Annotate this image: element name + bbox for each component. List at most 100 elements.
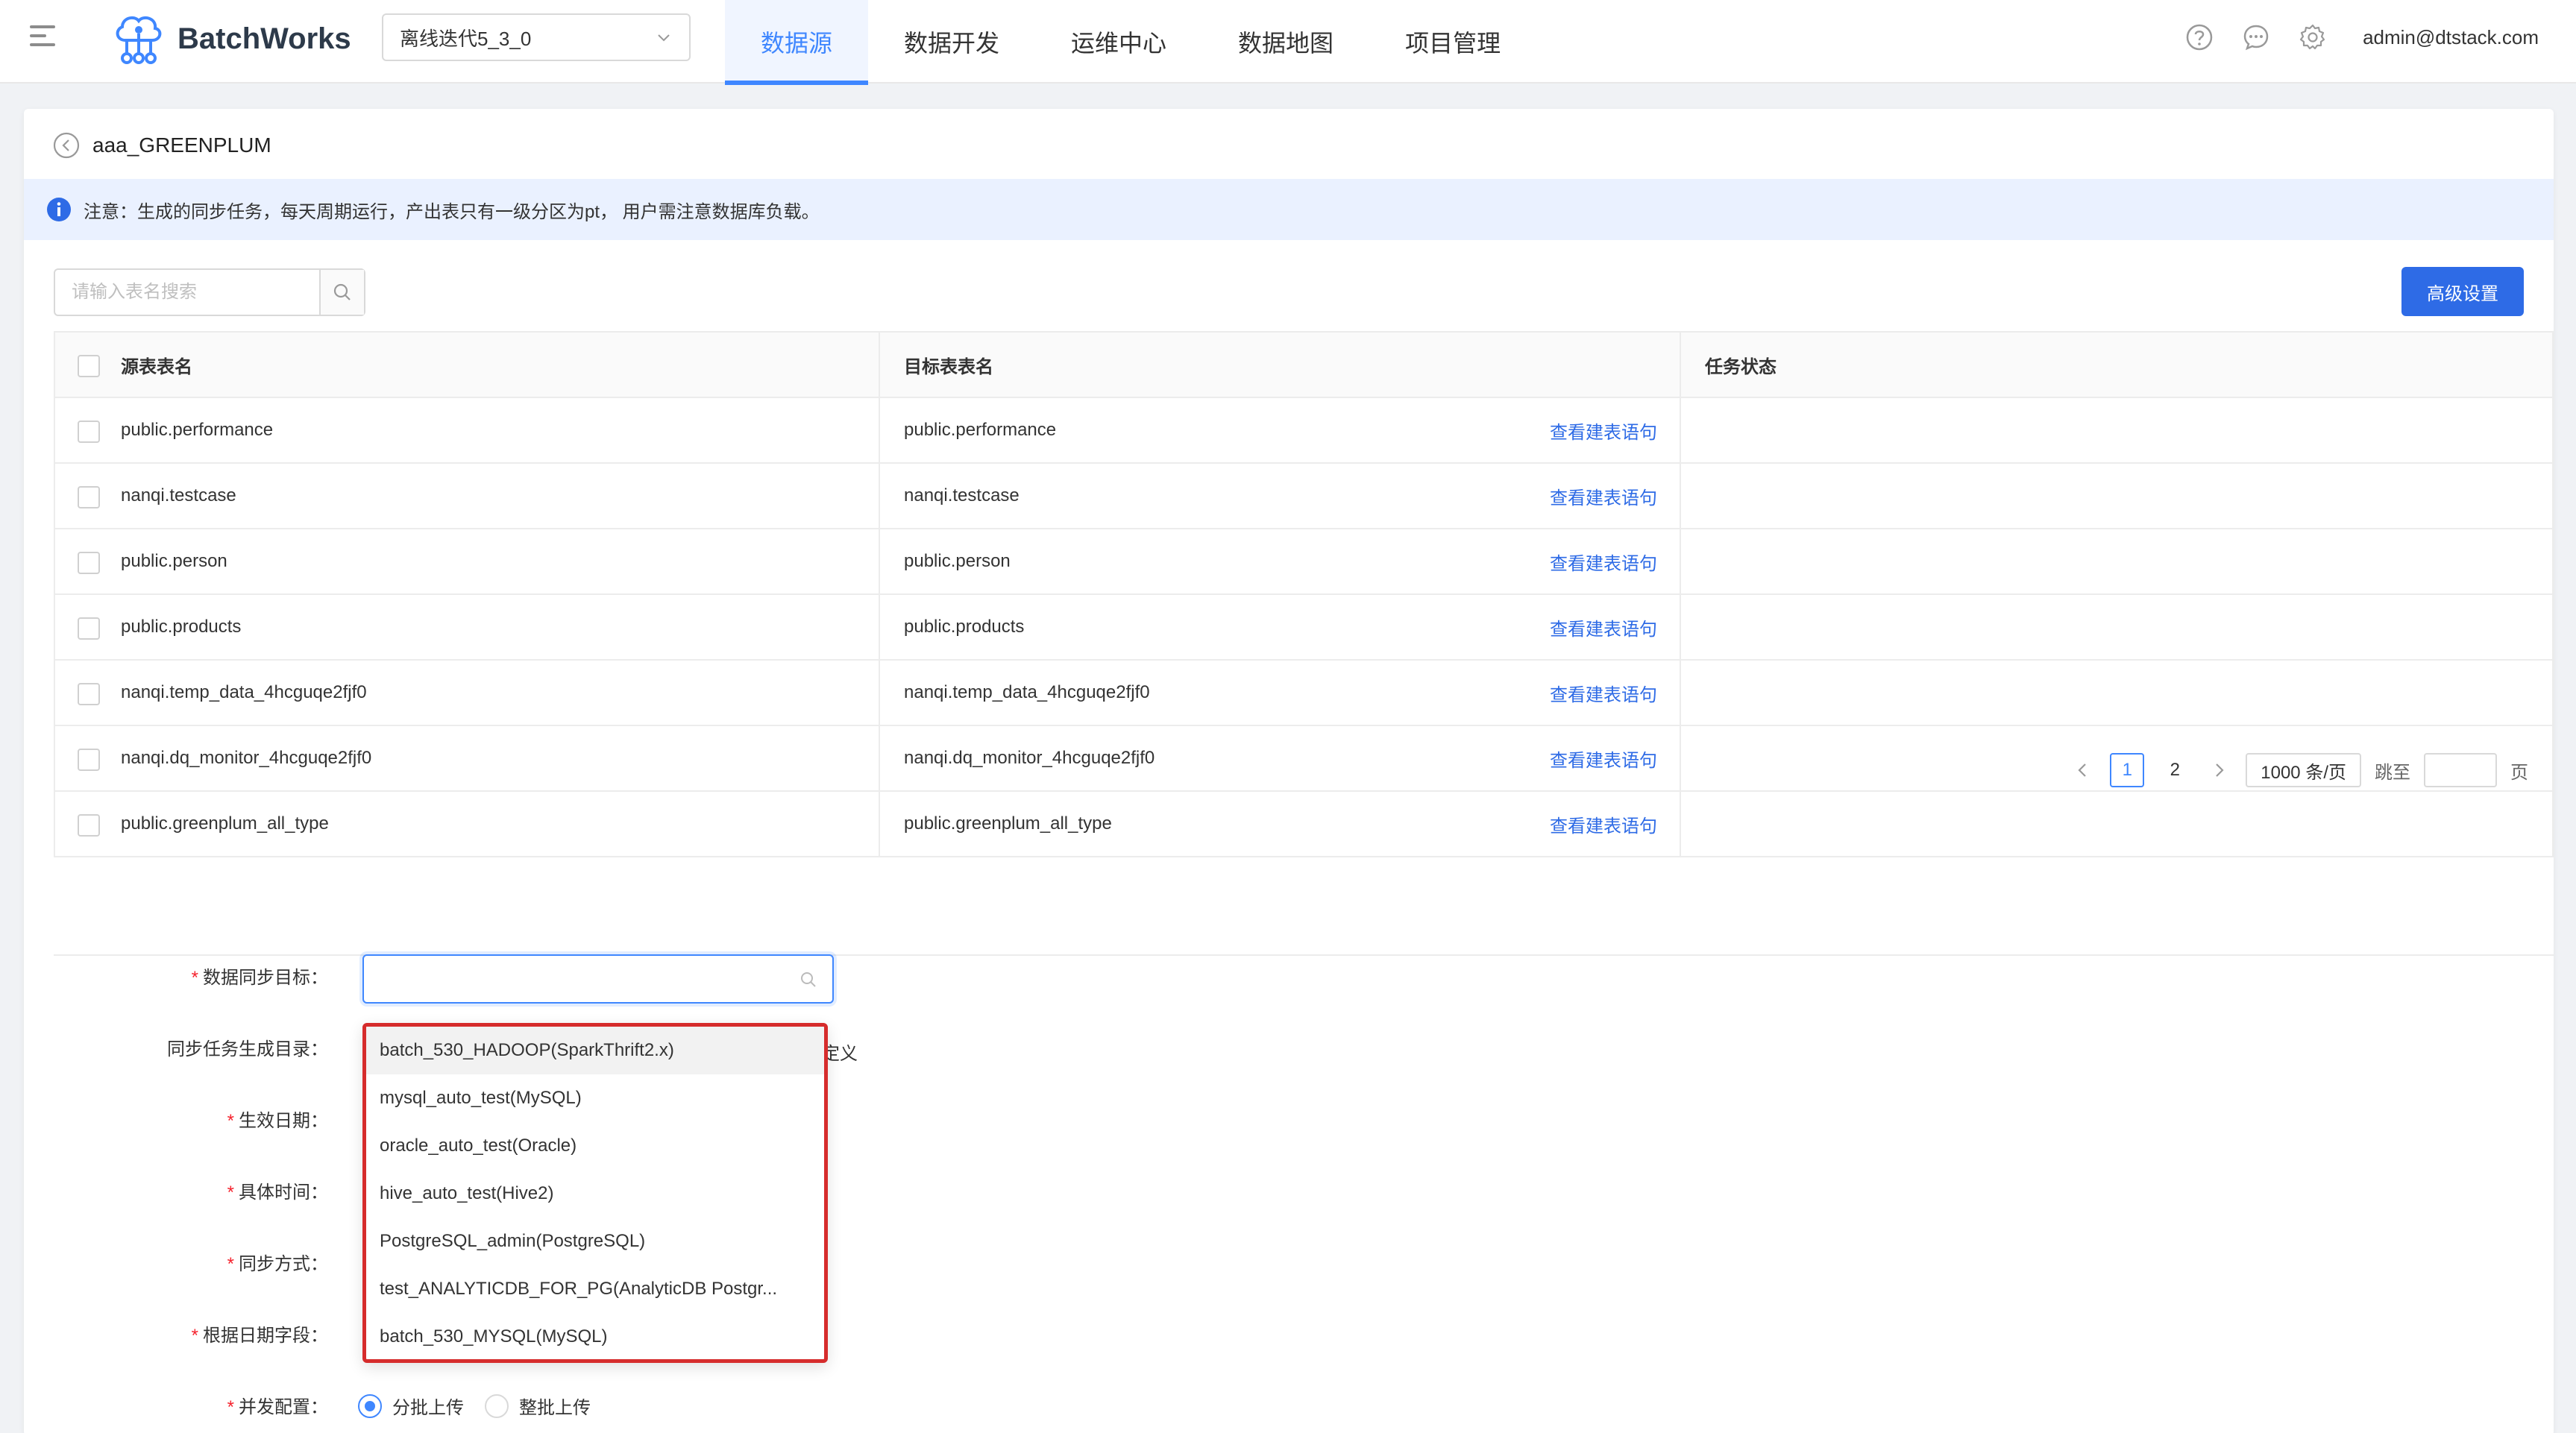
col-target-table: 目标表表名 — [904, 356, 993, 377]
project-select-value: 离线迭代5_3_0 — [400, 27, 532, 50]
effective-date-label: * 生效日期： — [227, 1111, 328, 1131]
row-checkbox[interactable] — [78, 421, 100, 443]
dropdown-option[interactable]: batch_530_MYSQL(MySQL) — [366, 1313, 824, 1359]
jump-label: 跳至 — [2375, 762, 2410, 783]
dropdown-option[interactable]: mysql_auto_test(MySQL) — [366, 1074, 824, 1122]
target-table-name: public.products — [904, 617, 1025, 637]
main-nav: 数据源 数据开发 运维中心 数据地图 项目管理 — [725, 0, 1536, 85]
next-page-icon[interactable] — [2205, 757, 2232, 784]
target-table-name: nanqi.testcase — [904, 485, 1020, 506]
page-2[interactable]: 2 — [2158, 753, 2192, 787]
row-checkbox[interactable] — [78, 749, 100, 771]
prev-page-icon[interactable] — [2070, 757, 2096, 784]
table-search — [54, 268, 365, 316]
date-field-label: * 根据日期字段： — [191, 1326, 328, 1346]
row-checkbox[interactable] — [78, 683, 100, 705]
sync-target-label: * 数据同步目标： — [191, 968, 328, 988]
view-ddl-link[interactable]: 查看建表语句 — [1550, 483, 1657, 509]
search-icon — [333, 283, 351, 300]
row-checkbox[interactable] — [78, 814, 100, 837]
target-table-name: public.greenplum_all_type — [904, 813, 1112, 834]
info-icon — [47, 198, 71, 221]
sync-target-select[interactable] — [362, 954, 834, 1004]
dropdown-option[interactable]: PostgreSQL_admin(PostgreSQL) — [366, 1218, 824, 1265]
page-suffix: 页 — [2510, 762, 2528, 783]
table-row: public.person public.person 查看建表语句 — [55, 529, 2552, 595]
col-task-status: 任务状态 — [1705, 356, 1777, 377]
menu-toggle-icon[interactable] — [30, 25, 55, 48]
nav-data-map[interactable]: 数据地图 — [1202, 0, 1369, 84]
nav-ops-center[interactable]: 运维中心 — [1035, 0, 1202, 84]
view-ddl-link[interactable]: 查看建表语句 — [1550, 418, 1657, 444]
sync-target-dropdown: batch_530_HADOOP(SparkThrift2.x) mysql_a… — [362, 1023, 828, 1363]
task-status-cell — [1681, 529, 2552, 593]
table-search-input[interactable] — [55, 270, 319, 315]
nav-project-mgmt[interactable]: 项目管理 — [1369, 0, 1536, 84]
view-ddl-link[interactable]: 查看建表语句 — [1550, 680, 1657, 706]
notice-banner: 注意：生成的同步任务，每天周期运行，产出表只有一级分区为pt， 用户需注意数据库… — [24, 179, 2554, 240]
help-icon[interactable] — [2185, 23, 2214, 51]
back-arrow-icon[interactable] — [52, 131, 81, 160]
dropdown-option[interactable]: oracle_auto_test(Oracle) — [366, 1122, 824, 1170]
view-ddl-link[interactable]: 查看建表语句 — [1550, 614, 1657, 640]
task-status-cell — [1681, 792, 2552, 856]
user-account[interactable]: admin@dtstack.com — [2363, 26, 2539, 49]
row-checkbox[interactable] — [78, 486, 100, 508]
source-table-name: nanqi.temp_data_4hcguqe2fjf0 — [121, 682, 367, 702]
advanced-settings-button[interactable]: 高级设置 — [2401, 267, 2524, 316]
table-row: public.products public.products 查看建表语句 — [55, 595, 2552, 661]
search-button[interactable] — [319, 270, 364, 315]
source-table-name: nanqi.dq_monitor_4hcguqe2fjf0 — [121, 748, 372, 768]
view-ddl-link[interactable]: 查看建表语句 — [1550, 811, 1657, 837]
table-header-row: 源表表名 目标表表名 任务状态 — [55, 333, 2552, 398]
source-table-name: public.person — [121, 551, 227, 571]
nav-datasource[interactable]: 数据源 — [725, 0, 869, 85]
top-header: BatchWorks 离线迭代5_3_0 数据源 数据开发 运维中心 数据地图 … — [0, 0, 2576, 85]
nav-data-dev[interactable]: 数据开发 — [868, 0, 1035, 84]
target-table-name: public.person — [904, 551, 1011, 571]
dropdown-option[interactable]: hive_auto_test(Hive2) — [366, 1170, 824, 1218]
jump-page-input[interactable] — [2424, 753, 2497, 787]
pagination: 1 2 1000 条/页 跳至 页 — [2070, 752, 2528, 789]
page-title: aaa_GREENPLUM — [92, 133, 271, 157]
table-row: nanqi.testcase nanqi.testcase 查看建表语句 — [55, 464, 2552, 529]
view-ddl-link[interactable]: 查看建表语句 — [1550, 549, 1657, 575]
batchworks-logo-icon — [116, 16, 162, 64]
source-table-name: nanqi.testcase — [121, 485, 236, 506]
notice-text: 注意：生成的同步任务，每天周期运行，产出表只有一级分区为pt， 用户需注意数据库… — [84, 201, 820, 222]
row-checkbox[interactable] — [78, 617, 100, 640]
sync-dir-label: 同步任务生成目录： — [167, 1039, 328, 1059]
message-icon[interactable] — [2242, 23, 2270, 51]
task-status-cell — [1681, 398, 2552, 462]
table-row: public.performance public.performance 查看建表… — [55, 398, 2552, 464]
source-table-name: public.greenplum_all_type — [121, 813, 329, 834]
radio-whole-upload[interactable]: 整批上传 — [485, 1393, 591, 1419]
app-logo[interactable]: BatchWorks — [112, 9, 351, 69]
task-status-cell — [1681, 595, 2552, 659]
settings-gear-icon[interactable] — [2299, 23, 2327, 51]
radio-circle-checked — [358, 1393, 382, 1418]
source-table-name: public.products — [121, 617, 242, 637]
app-name: BatchWorks — [178, 22, 351, 55]
specific-time-label: * 具体时间： — [227, 1182, 328, 1203]
row-checkbox[interactable] — [78, 552, 100, 574]
page-size-select[interactable]: 1000 条/页 — [2246, 753, 2361, 787]
select-all-checkbox[interactable] — [78, 355, 100, 377]
radio-batch-upload[interactable]: 分批上传 — [358, 1393, 464, 1419]
source-table-name: public.performance — [121, 420, 274, 440]
table-row: public.greenplum_all_type public.greenplu… — [55, 792, 2552, 857]
col-source-table: 源表表名 — [121, 356, 192, 377]
sync-method-label: * 同步方式： — [227, 1254, 328, 1274]
page-header: aaa_GREENPLUM — [52, 128, 271, 163]
page-1[interactable]: 1 — [2110, 753, 2145, 787]
header-right: admin@dtstack.com — [2185, 0, 2539, 75]
concurrency-label: * 并发配置： — [227, 1397, 328, 1417]
view-ddl-link[interactable]: 查看建表语句 — [1550, 746, 1657, 772]
target-table-name: nanqi.temp_data_4hcguqe2fjf0 — [904, 682, 1150, 702]
task-status-cell — [1681, 661, 2552, 725]
project-select[interactable]: 离线迭代5_3_0 — [382, 13, 691, 61]
dropdown-option[interactable]: batch_530_HADOOP(SparkThrift2.x) — [366, 1027, 824, 1074]
chevron-down-icon — [658, 34, 670, 42]
table-wrapper: 源表表名 目标表表名 任务状态 public.performance public… — [54, 331, 2554, 956]
dropdown-option[interactable]: test_ANALYTICDB_FOR_PG(AnalyticDB Postgr… — [366, 1265, 824, 1313]
